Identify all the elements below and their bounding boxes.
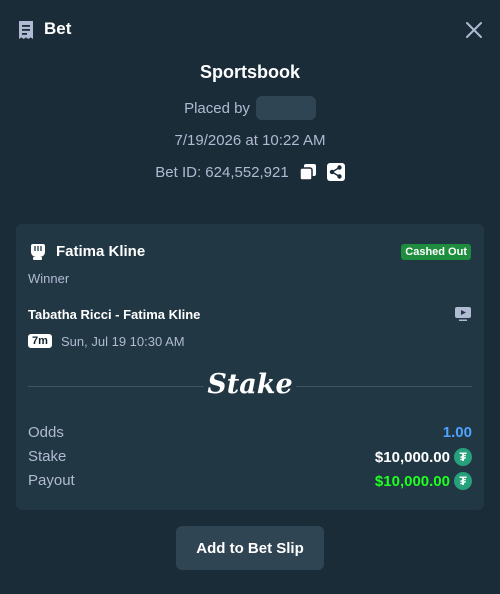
copy-icon[interactable] bbox=[298, 163, 317, 181]
stake-value: $10,000.00 ₮ bbox=[375, 448, 472, 466]
live-time-badge: 7m bbox=[28, 334, 52, 348]
tether-icon: ₮ bbox=[454, 448, 472, 466]
bet-slip-icon bbox=[19, 21, 33, 39]
mma-glove-icon bbox=[31, 244, 45, 260]
payout-amount: $10,000.00 bbox=[374, 472, 450, 490]
close-icon[interactable] bbox=[464, 20, 484, 40]
status-badge: Cashed Out bbox=[401, 244, 471, 260]
placed-by: Placed by bbox=[0, 96, 500, 120]
bet-card: Fatima Kline Cashed Out Winner Tabatha R… bbox=[16, 224, 484, 510]
add-to-bet-slip-button[interactable]: Add to Bet Slip bbox=[176, 526, 324, 570]
stake-label: Stake bbox=[28, 448, 67, 465]
market-name: Winner bbox=[28, 271, 70, 286]
divider bbox=[28, 386, 204, 387]
event-name[interactable]: Tabatha Ricci - Fatima Kline bbox=[28, 307, 200, 322]
stake-logo: Stake bbox=[207, 369, 293, 400]
modal-header: Bet bbox=[0, 0, 500, 60]
live-stream-icon[interactable] bbox=[455, 307, 471, 321]
placed-by-label: Placed by bbox=[184, 99, 250, 117]
odds-label: Odds bbox=[28, 424, 64, 441]
tether-icon: ₮ bbox=[454, 472, 472, 490]
modal-title: Bet bbox=[44, 19, 72, 38]
book-title: Sportsbook bbox=[199, 62, 300, 82]
payout-label: Payout bbox=[28, 472, 75, 489]
stake-amount: $10,000.00 bbox=[374, 448, 450, 466]
event-start-time: Sun, Jul 19 10:30 AM bbox=[61, 334, 185, 349]
odds-amount: 1.00 bbox=[442, 424, 472, 441]
divider bbox=[296, 386, 472, 387]
stake-row: Stake $10,000.00 ₮ bbox=[28, 446, 472, 468]
odds-value: 1.00 bbox=[443, 424, 472, 441]
payout-row: Payout $10,000.00 ₮ bbox=[28, 470, 472, 492]
selection-name: Fatima Kline bbox=[56, 243, 146, 260]
share-icon[interactable] bbox=[326, 163, 345, 181]
bet-id-row: Bet ID: 624,552,921 bbox=[0, 163, 500, 181]
hidden-username bbox=[255, 96, 316, 120]
bet-datetime: 7/19/2026 at 10:22 AM bbox=[174, 132, 326, 149]
bet-id: Bet ID: 624,552,921 bbox=[155, 163, 289, 181]
odds-row: Odds 1.00 bbox=[28, 422, 472, 444]
payout-value: $10,000.00 ₮ bbox=[375, 472, 472, 490]
